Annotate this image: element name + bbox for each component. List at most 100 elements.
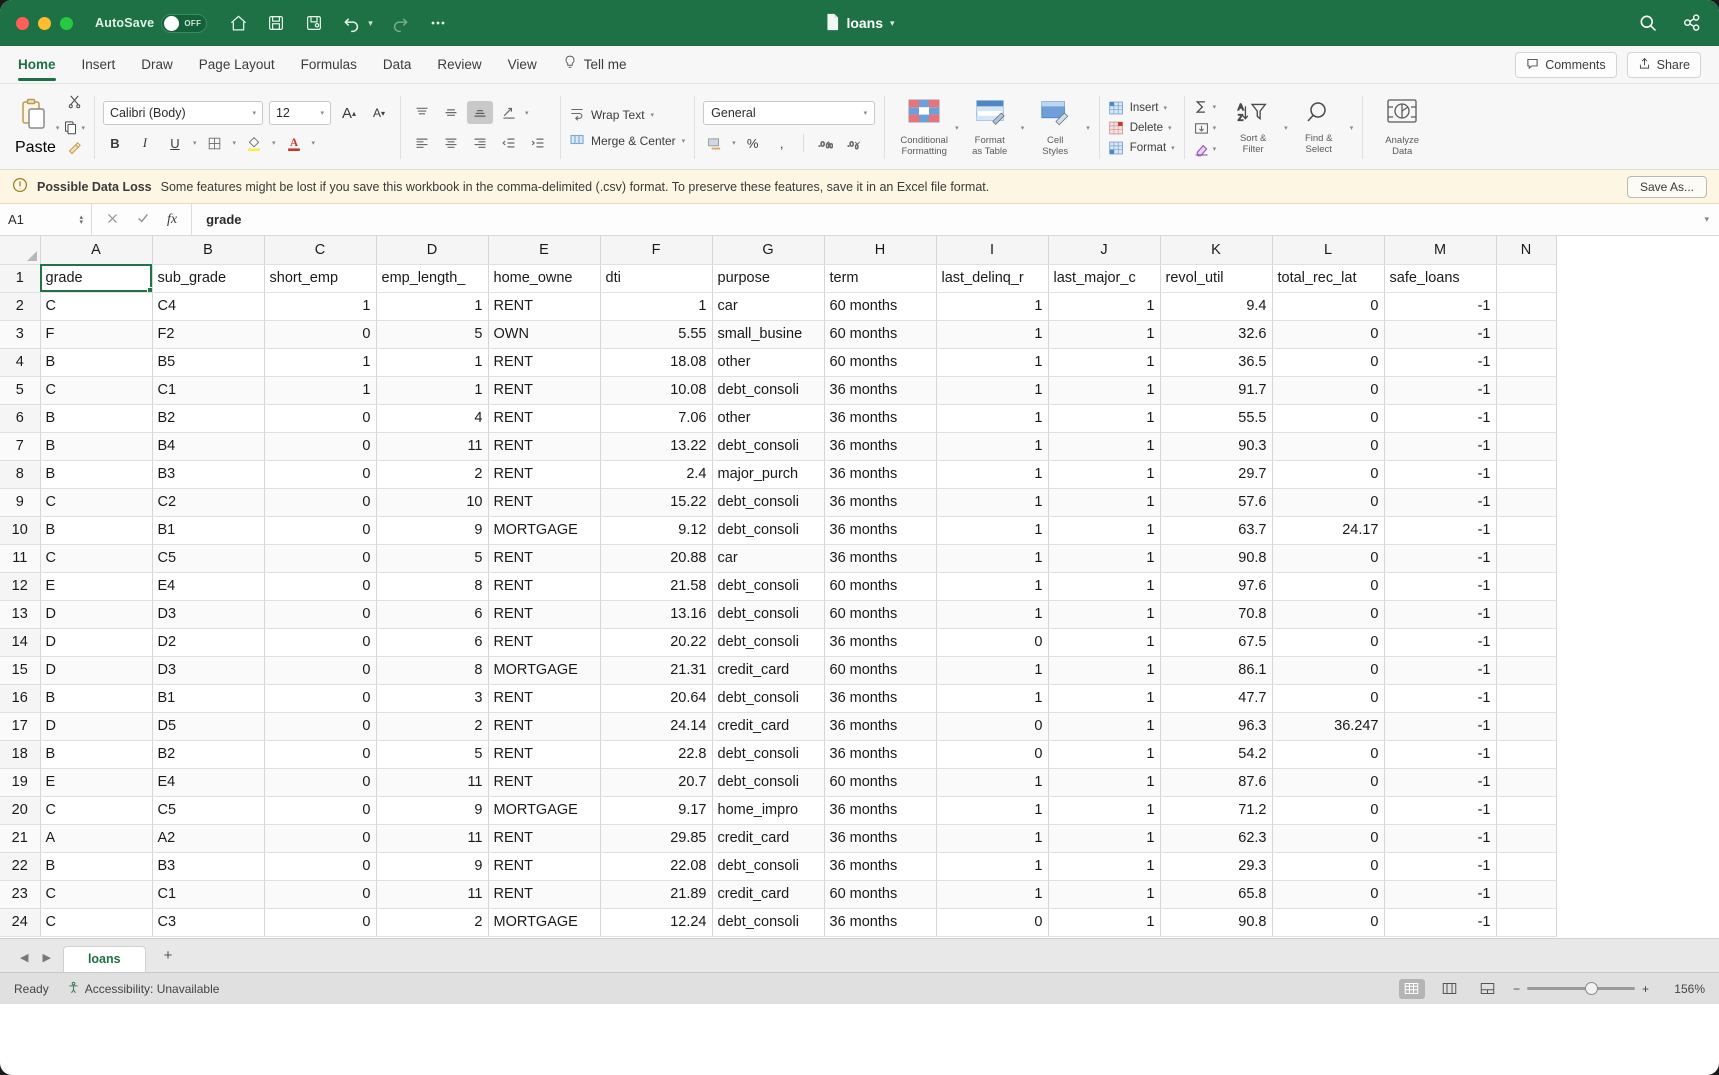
cell-C3[interactable]: 0 [264, 320, 377, 349]
cell-K20[interactable]: 71.2 [1160, 796, 1273, 825]
cell-K15[interactable]: 86.1 [1160, 656, 1273, 685]
cell-F13[interactable]: 13.16 [600, 600, 713, 629]
cell-K10[interactable]: 63.7 [1160, 516, 1273, 545]
zoom-level[interactable]: 156% [1661, 982, 1705, 996]
cell-B1[interactable]: sub_grade [152, 264, 265, 293]
cell-A4[interactable]: B [40, 348, 153, 377]
tab-formulas[interactable]: Formulas [301, 49, 357, 81]
cell-H5[interactable]: 36 months [824, 376, 937, 405]
cell-L10[interactable]: 24.17 [1272, 516, 1385, 545]
cell-I23[interactable]: 1 [936, 880, 1049, 909]
cell-M23[interactable]: -1 [1384, 880, 1497, 909]
cell-H14[interactable]: 36 months [824, 628, 937, 657]
document-menu-icon[interactable]: ▾ [890, 18, 895, 29]
row-header-5[interactable]: 5 [0, 376, 41, 405]
accounting-format-button[interactable] [703, 132, 727, 154]
cell-B21[interactable]: A2 [152, 824, 265, 853]
cell-C14[interactable]: 0 [264, 628, 377, 657]
cell-J12[interactable]: 1 [1048, 572, 1161, 601]
cell-A24[interactable]: C [40, 908, 153, 937]
accessibility-status[interactable]: Accessibility: Unavailable [67, 981, 219, 997]
cell-H23[interactable]: 60 months [824, 880, 937, 909]
cell-K19[interactable]: 87.6 [1160, 768, 1273, 797]
cell-E6[interactable]: RENT [488, 404, 601, 433]
cell-I11[interactable]: 1 [936, 544, 1049, 573]
cell-E4[interactable]: RENT [488, 348, 601, 377]
row-header-11[interactable]: 11 [0, 544, 41, 573]
cell-H9[interactable]: 36 months [824, 488, 937, 517]
row-header-16[interactable]: 16 [0, 684, 41, 713]
cell-J11[interactable]: 1 [1048, 544, 1161, 573]
cell-I21[interactable]: 1 [936, 824, 1049, 853]
cell-C2[interactable]: 1 [264, 292, 377, 321]
cell-D8[interactable]: 2 [376, 460, 489, 489]
cell-N10[interactable] [1496, 516, 1557, 545]
zoom-in-button[interactable]: + [1642, 982, 1649, 996]
borders-dropdown-icon[interactable]: ▾ [232, 139, 236, 147]
cell-K3[interactable]: 32.6 [1160, 320, 1273, 349]
tab-page-layout[interactable]: Page Layout [199, 49, 275, 81]
cell-L12[interactable]: 0 [1272, 572, 1385, 601]
row-header-15[interactable]: 15 [0, 656, 41, 685]
cell-E18[interactable]: RENT [488, 740, 601, 769]
cell-E20[interactable]: MORTGAGE [488, 796, 601, 825]
chevron-down-icon[interactable]: ▾ [320, 109, 324, 117]
cell-B15[interactable]: D3 [152, 656, 265, 685]
cell-B16[interactable]: B1 [152, 684, 265, 713]
cell-N6[interactable] [1496, 404, 1557, 433]
cell-C1[interactable]: short_emp [264, 264, 377, 293]
cell-D21[interactable]: 11 [376, 824, 489, 853]
cell-G11[interactable]: car [712, 544, 825, 573]
cell-B8[interactable]: B3 [152, 460, 265, 489]
orientation-button[interactable] [496, 101, 522, 124]
increase-font-size-button[interactable]: A ▴ [337, 102, 361, 124]
share-button[interactable]: Share [1626, 51, 1701, 78]
cell-F23[interactable]: 21.89 [600, 880, 713, 909]
cell-M22[interactable]: -1 [1384, 852, 1497, 881]
cell-C21[interactable]: 0 [264, 824, 377, 853]
cell-A14[interactable]: D [40, 628, 153, 657]
cell-D3[interactable]: 5 [376, 320, 489, 349]
cell-C6[interactable]: 0 [264, 404, 377, 433]
cell-A12[interactable]: E [40, 572, 153, 601]
cell-G19[interactable]: debt_consoli [712, 768, 825, 797]
cell-E7[interactable]: RENT [488, 432, 601, 461]
cell-E8[interactable]: RENT [488, 460, 601, 489]
cell-N24[interactable] [1496, 908, 1557, 937]
decrease-decimal-button[interactable]: .0 0 [842, 132, 866, 154]
cell-N20[interactable] [1496, 796, 1557, 825]
autosave-toggle[interactable]: AutoSave OFF [95, 13, 208, 33]
cell-F15[interactable]: 21.31 [600, 656, 713, 685]
cell-L2[interactable]: 0 [1272, 292, 1385, 321]
cell-D5[interactable]: 1 [376, 376, 489, 405]
sheet-tab-loans[interactable]: loans [62, 946, 146, 972]
zoom-slider[interactable]: − + [1513, 982, 1649, 996]
cell-J19[interactable]: 1 [1048, 768, 1161, 797]
cell-A11[interactable]: C [40, 544, 153, 573]
cell-A10[interactable]: B [40, 516, 153, 545]
cell-H15[interactable]: 60 months [824, 656, 937, 685]
cell-N13[interactable] [1496, 600, 1557, 629]
more-icon[interactable] [427, 12, 449, 34]
cell-J21[interactable]: 1 [1048, 824, 1161, 853]
cell-L23[interactable]: 0 [1272, 880, 1385, 909]
cell-L9[interactable]: 0 [1272, 488, 1385, 517]
increase-indent-button[interactable] [525, 131, 551, 154]
align-right-button[interactable] [467, 131, 493, 154]
cell-N7[interactable] [1496, 432, 1557, 461]
cell-D15[interactable]: 8 [376, 656, 489, 685]
cell-E17[interactable]: RENT [488, 712, 601, 741]
autosave-switch[interactable]: OFF [161, 13, 208, 33]
cell-A16[interactable]: B [40, 684, 153, 713]
tab-view[interactable]: View [508, 49, 537, 81]
cell-D18[interactable]: 5 [376, 740, 489, 769]
cell-L6[interactable]: 0 [1272, 404, 1385, 433]
row-header-6[interactable]: 6 [0, 404, 41, 433]
cell-I6[interactable]: 1 [936, 404, 1049, 433]
fill-button[interactable]: ▾ [1193, 120, 1216, 136]
cell-I7[interactable]: 1 [936, 432, 1049, 461]
cell-N3[interactable] [1496, 320, 1557, 349]
cell-N22[interactable] [1496, 852, 1557, 881]
cell-A22[interactable]: B [40, 852, 153, 881]
cell-H16[interactable]: 36 months [824, 684, 937, 713]
